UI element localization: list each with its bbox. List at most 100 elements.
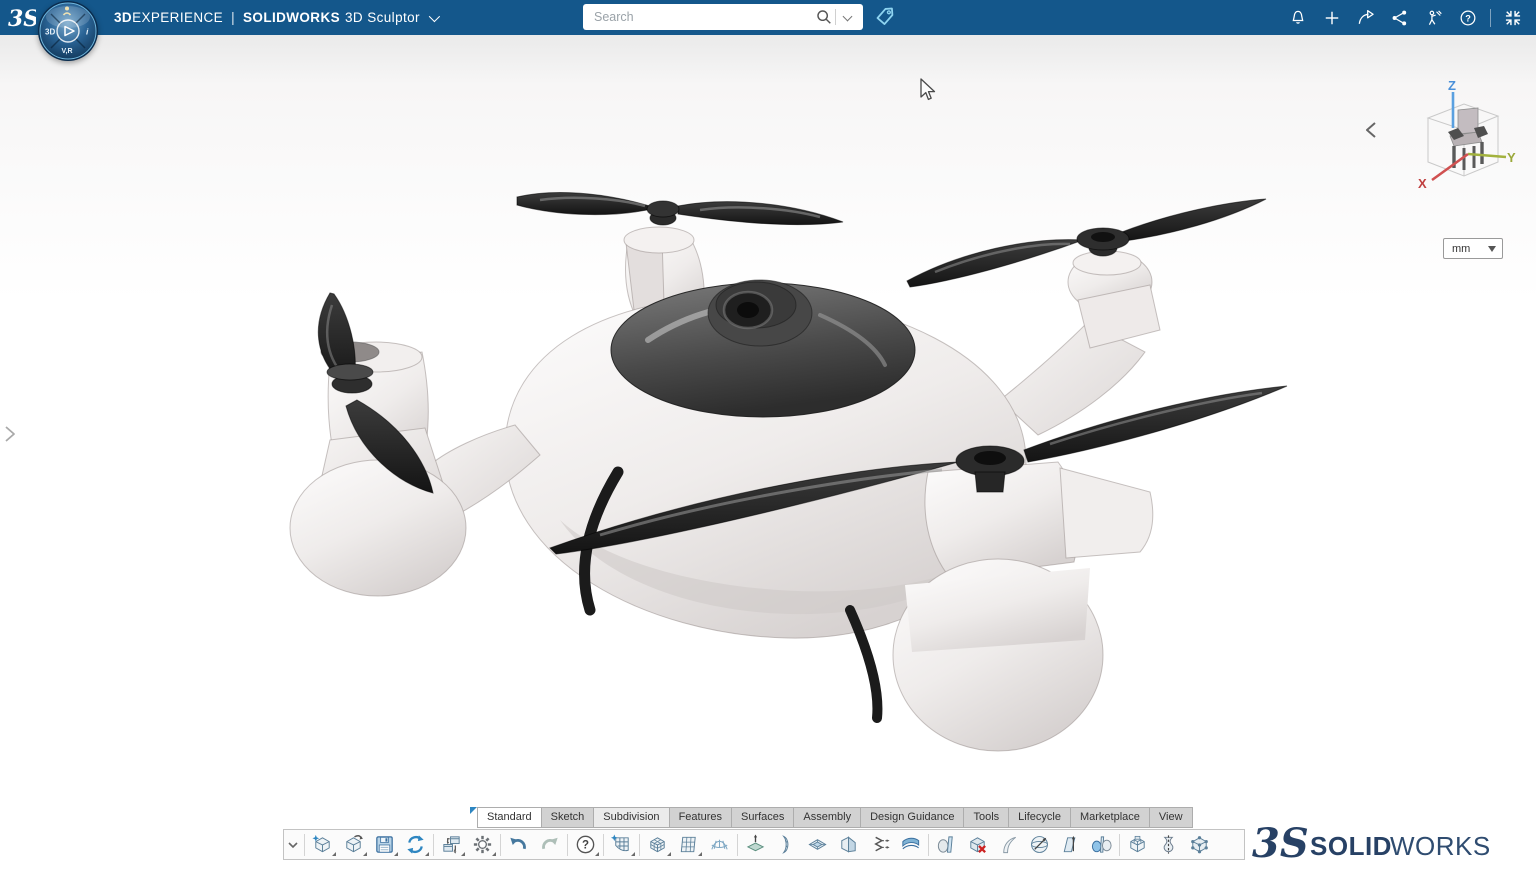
notifications-bell-icon[interactable] [1283, 3, 1313, 33]
tab-surfaces[interactable]: Surfaces [730, 807, 794, 828]
assistance-icon[interactable] [1419, 3, 1449, 33]
combine-bodies-button[interactable] [1122, 831, 1153, 858]
3d-viewport[interactable]: Z Y X mm 3S SOLID WORKS Standard Sketch Su… [0, 35, 1536, 867]
search-input[interactable] [592, 9, 815, 25]
search-icon[interactable] [815, 8, 833, 26]
tab-sketch[interactable]: Sketch [540, 807, 594, 828]
toolbar-separator [1119, 833, 1120, 856]
panel-expand-chevron-right-icon[interactable] [2, 423, 18, 445]
pull-face-icon [746, 834, 765, 852]
subdivision-box-button[interactable] [642, 831, 673, 858]
axis-x-label: X [1418, 176, 1427, 191]
sphere-deform-button[interactable] [1024, 831, 1055, 858]
flex-bend-icon [1003, 836, 1016, 854]
app-title: 3DEXPERIENCE | SOLIDWORKS 3D Sculptor [114, 10, 441, 25]
sync-update-icon [407, 835, 424, 854]
compass-3d-quadrant[interactable]: 3D [45, 28, 55, 37]
tab-assembly[interactable]: Assembly [793, 807, 861, 828]
app-switcher-chevron-icon[interactable] [428, 10, 441, 22]
tab-bar-corner-marker [470, 807, 477, 814]
save-button[interactable] [369, 831, 400, 858]
axis-z-label: Z [1448, 80, 1456, 93]
subdivision-mesh-button[interactable] [704, 831, 735, 858]
flex-bend-button[interactable] [993, 831, 1024, 858]
app-name[interactable]: 3D Sculptor [345, 10, 420, 25]
combine-bodies-icon [1130, 835, 1145, 853]
sphere-deform-icon [1031, 836, 1048, 853]
drone-model-render[interactable] [0, 35, 1536, 864]
subdivision-box-icon [650, 837, 665, 853]
redo-icon [542, 837, 558, 850]
thicken-surface-icon [902, 837, 920, 850]
tab-features[interactable]: Features [668, 807, 731, 828]
mirror-trim-icon [937, 836, 953, 853]
tab-lifecycle[interactable]: Lifecycle [1008, 807, 1070, 828]
undo-button[interactable] [503, 831, 534, 858]
sync-update-button[interactable] [400, 831, 431, 858]
tab-design-guidance[interactable]: Design Guidance [860, 807, 964, 828]
tag-icon[interactable] [872, 4, 898, 30]
share-forward-icon[interactable] [1351, 3, 1381, 33]
exit-fullscreen-icon[interactable] [1498, 3, 1528, 33]
3dexperience-compass[interactable]: 3D i V,R [37, 0, 99, 62]
subdivision-plane-button[interactable] [673, 831, 704, 858]
save-icon [376, 836, 393, 853]
delete-body-icon [970, 837, 986, 853]
help-question-icon: ? [576, 835, 595, 854]
open-part-icon [346, 835, 363, 853]
topbar-actions: ? [1283, 0, 1528, 35]
open-part-button[interactable] [338, 831, 369, 858]
share-network-icon[interactable] [1385, 3, 1415, 33]
mirror-trim-button[interactable] [931, 831, 962, 858]
toolbar-separator [567, 833, 568, 856]
toolbar-separator [603, 833, 604, 856]
search-options-chevron-icon[interactable] [842, 11, 853, 21]
crease-edges-button[interactable] [833, 831, 864, 858]
viewcube-collapse-chevron-left-icon[interactable] [1363, 120, 1379, 140]
brand-3d: 3D [114, 10, 133, 25]
tab-subdivision[interactable]: Subdivision [593, 807, 669, 828]
command-toolbar: ? [283, 829, 1245, 860]
transfer-content-button[interactable] [436, 831, 467, 858]
thicken-surface-button[interactable] [895, 831, 926, 858]
convert-to-subdivision-button[interactable] [606, 831, 637, 858]
match-edges-button[interactable] [864, 831, 895, 858]
options-gear-icon [473, 835, 492, 854]
help-question-button[interactable]: ? [570, 831, 601, 858]
control-cage-button[interactable] [1184, 831, 1215, 858]
symmetry-body-button[interactable] [1153, 831, 1184, 858]
mirror-copy-icon [1091, 836, 1112, 853]
units-dropdown[interactable]: mm [1443, 238, 1503, 259]
options-gear-button[interactable] [467, 831, 498, 858]
tab-tools[interactable]: Tools [963, 807, 1009, 828]
mirror-copy-button[interactable] [1086, 831, 1117, 858]
redo-button[interactable] [534, 831, 565, 858]
shear-face-button[interactable] [1055, 831, 1086, 858]
dassault-3ds-logo[interactable]: 3S [6, 3, 36, 33]
subdivision-plane-icon [680, 836, 696, 853]
tab-view[interactable]: View [1148, 807, 1193, 828]
compass-play-button[interactable] [56, 19, 80, 43]
add-content-icon[interactable] [1317, 3, 1347, 33]
pull-face-button[interactable] [740, 831, 771, 858]
svg-text:WORKS: WORKS [1390, 831, 1491, 861]
tab-marketplace[interactable]: Marketplace [1069, 807, 1149, 828]
tab-standard[interactable]: Standard [477, 807, 541, 828]
title-divider: | [231, 10, 236, 25]
view-cube[interactable]: Z Y X [1406, 80, 1516, 200]
compass-vr-quadrant[interactable]: V,R [62, 48, 73, 55]
toolbar-separator [433, 833, 434, 856]
symmetry-body-icon [1163, 835, 1174, 854]
new-part-button[interactable] [307, 831, 338, 858]
search-box[interactable] [583, 4, 863, 30]
inset-face-button[interactable] [802, 831, 833, 858]
toolbar-separator [928, 833, 929, 856]
topbar-divider [1490, 8, 1491, 27]
toolbar-separator [500, 833, 501, 856]
search-divider [835, 9, 836, 25]
bend-surface-button[interactable] [771, 831, 802, 858]
delete-body-button[interactable] [962, 831, 993, 858]
toolbar-expand-chevron-down-icon[interactable] [284, 832, 302, 858]
help-icon[interactable]: ? [1453, 3, 1483, 33]
top-app-bar: 3S 3DEXPERIENCE | SOLIDWORKS 3D Sculptor… [0, 0, 1536, 61]
